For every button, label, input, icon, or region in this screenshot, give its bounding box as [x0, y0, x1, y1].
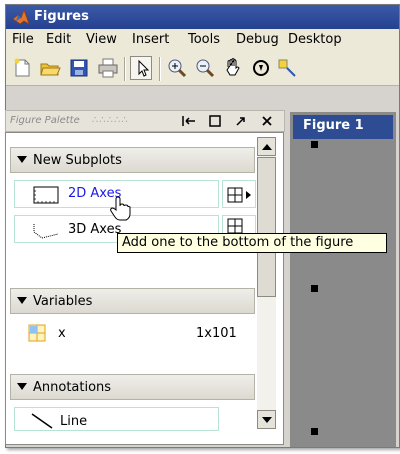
axes-3d-label: 3D Axes	[68, 222, 122, 237]
undock-icon[interactable]	[180, 113, 198, 129]
subplot-grid-icon	[227, 187, 251, 203]
section-new-subplots[interactable]: New Subplots	[10, 147, 255, 173]
axes-2d-icon	[33, 186, 59, 204]
matlab-icon	[12, 9, 30, 25]
line-label: Line	[60, 414, 88, 429]
pan-hand-icon[interactable]	[222, 57, 244, 79]
zoom-out-icon[interactable]	[194, 57, 216, 79]
window-title: Figures	[34, 9, 89, 24]
palette-scrollbar[interactable]	[257, 137, 276, 429]
scroll-down-button[interactable]	[257, 410, 276, 429]
open-file-icon[interactable]	[39, 57, 61, 79]
subplot-grid-2d-button[interactable]	[222, 180, 256, 208]
section-variables[interactable]: Variables	[10, 288, 255, 314]
axes-3d-icon	[33, 224, 59, 239]
menu-desktop[interactable]: Desktop	[288, 32, 342, 47]
rotate-3d-icon[interactable]	[250, 57, 272, 79]
section-annotations[interactable]: Annotations	[10, 374, 255, 400]
figure-palette-header: Figure Palette ∴∴∴∴∴	[5, 110, 285, 132]
save-icon[interactable]	[68, 57, 90, 79]
resize-handle[interactable]	[311, 428, 318, 435]
close-icon[interactable]	[258, 113, 276, 129]
menu-tools[interactable]: Tools	[188, 32, 220, 47]
data-cursor-icon[interactable]	[276, 57, 298, 79]
resize-handle[interactable]	[311, 285, 318, 292]
dock-arrow-icon[interactable]	[232, 113, 250, 129]
collapse-triangle-icon	[17, 156, 27, 163]
figure-tab-label: Figure 1	[303, 118, 364, 133]
collapse-triangle-icon	[17, 297, 27, 304]
scroll-up-button[interactable]	[257, 137, 276, 156]
section-label: Variables	[33, 294, 93, 309]
resize-handle[interactable]	[311, 141, 318, 148]
menu-edit[interactable]: Edit	[46, 32, 71, 47]
menu-file[interactable]: File	[12, 32, 34, 47]
tooltip-text: Add one to the bottom of the figure	[122, 235, 354, 250]
variable-size: 1x101	[196, 326, 237, 341]
menu-view[interactable]: View	[86, 32, 117, 47]
collapse-triangle-icon	[17, 383, 27, 390]
section-label: New Subplots	[33, 153, 122, 168]
zoom-in-icon[interactable]	[166, 57, 188, 79]
toolbar-separator	[124, 57, 126, 81]
variable-name[interactable]: x	[58, 326, 66, 341]
tooltip: Add one to the bottom of the figure	[117, 233, 387, 253]
down-arrow-icon	[262, 417, 272, 423]
drag-grip[interactable]: ∴∴∴∴∴	[92, 115, 129, 126]
variable-grid-icon	[28, 324, 46, 342]
up-arrow-icon	[262, 144, 272, 150]
maximize-icon[interactable]	[206, 113, 224, 129]
toolbar-separator	[159, 57, 161, 81]
menu-debug[interactable]: Debug	[236, 32, 279, 47]
menu-bar: File Edit View Insert Tools Debug Deskto…	[6, 29, 399, 51]
scroll-thumb[interactable]	[257, 157, 276, 297]
hand-cursor-icon	[110, 196, 131, 221]
toolbar	[6, 51, 399, 86]
section-label: Annotations	[33, 380, 112, 395]
figure-panel[interactable]	[290, 112, 396, 447]
subplot-grid-icon	[227, 218, 243, 234]
menu-insert[interactable]: Insert	[132, 32, 169, 47]
line-annotation-icon	[31, 413, 53, 429]
print-icon[interactable]	[97, 57, 119, 79]
tab-figure-1[interactable]: Figure 1	[293, 115, 393, 139]
new-figure-icon[interactable]	[11, 57, 33, 79]
palette-title: Figure Palette	[10, 115, 80, 126]
select-arrow-icon[interactable]	[130, 56, 152, 80]
title-bar[interactable]: Figures	[6, 5, 399, 29]
subplot-grid-3d-button[interactable]	[222, 215, 256, 235]
